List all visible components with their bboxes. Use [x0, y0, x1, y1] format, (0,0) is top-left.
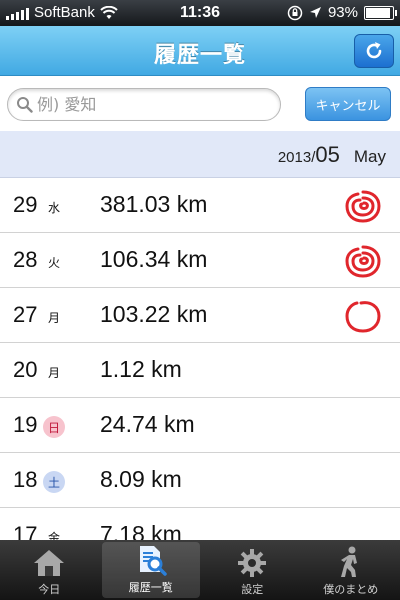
tab-label: 今日: [38, 583, 61, 596]
row-distance: 1.12 km: [100, 356, 182, 382]
row-weekday: 水: [47, 200, 60, 215]
row-distance: 8.09 km: [100, 466, 182, 492]
battery-percent: 93%: [327, 4, 358, 21]
search-field[interactable]: [7, 88, 281, 121]
tab-label: 履歴一覧: [128, 581, 173, 594]
row-weekday: 火: [47, 255, 60, 270]
triple-circle-mark-icon: [345, 190, 381, 223]
list-item[interactable]: 27 月 103.22 km: [0, 288, 400, 343]
location-arrow-icon: [309, 7, 321, 18]
tab-settings[interactable]: 設定: [203, 540, 302, 600]
row-weekday: 金: [47, 530, 60, 541]
section-date: 2013/ 05 May: [278, 142, 386, 168]
tab-summary[interactable]: 僕のまとめ: [302, 540, 400, 600]
tab-history[interactable]: 履歴一覧: [101, 542, 200, 598]
single-circle-mark-icon: [345, 301, 381, 333]
battery-icon: [364, 5, 397, 20]
row-day: 27: [13, 302, 38, 327]
list-item[interactable]: 29 水 381.03 km: [0, 178, 400, 233]
list-item[interactable]: 18 土 8.09 km: [0, 453, 400, 508]
home-icon: [34, 550, 65, 576]
cancel-button[interactable]: キャンセル: [305, 87, 391, 121]
list-item[interactable]: 17 金 7.18 km: [0, 508, 400, 540]
list-item[interactable]: 19 日 24.74 km: [0, 398, 400, 453]
list-item[interactable]: 28 火 106.34 km: [0, 233, 400, 288]
walker-icon: [340, 546, 357, 577]
history-search-icon: [139, 546, 167, 576]
list-item[interactable]: 20 月 1.12 km: [0, 343, 400, 398]
row-day: 20: [13, 357, 38, 382]
navigation-bar: 履歴一覧: [0, 26, 400, 76]
search-icon: [17, 97, 33, 113]
page-title: 履歴一覧: [153, 43, 246, 68]
row-distance: 7.18 km: [100, 521, 182, 540]
triple-circle-mark-icon: [345, 245, 381, 278]
row-weekday-sunday: 日: [43, 416, 65, 438]
section-year: 2013/: [277, 149, 316, 166]
row-day: 17: [13, 522, 38, 540]
row-weekday: 月: [47, 365, 60, 380]
row-distance: 24.74 km: [100, 411, 195, 437]
section-month: 05: [315, 142, 340, 167]
gear-icon: [238, 549, 267, 577]
status-right: 93%: [287, 4, 397, 21]
row-weekday: 月: [47, 310, 60, 325]
tab-today[interactable]: 今日: [0, 540, 99, 600]
row-day: 19: [13, 412, 38, 437]
status-bar: SoftBank 11:36 93%: [0, 0, 400, 26]
row-day: 18: [13, 467, 38, 492]
search-bar: キャンセル: [0, 77, 400, 131]
section-month-name: May: [353, 147, 386, 166]
refresh-icon: [366, 42, 382, 59]
tab-label: 設定: [241, 583, 264, 596]
tab-label: 僕のまとめ: [323, 583, 379, 596]
row-distance: 103.22 km: [100, 301, 208, 327]
search-input[interactable]: [37, 95, 257, 114]
history-list: 29 水 381.03 km 28 火 106.34 km 27 月 103.2…: [0, 178, 400, 540]
refresh-button[interactable]: [354, 34, 394, 68]
row-distance: 381.03 km: [100, 191, 208, 217]
tab-bar: 今日 履歴一覧 設定 僕のまとめ: [0, 540, 400, 600]
rotation-lock-icon: [287, 5, 303, 20]
row-day: 29: [13, 192, 38, 217]
row-weekday-saturday: 土: [43, 471, 65, 493]
row-day: 28: [13, 247, 38, 272]
month-section-header: 2013/ 05 May: [0, 131, 400, 178]
row-distance: 106.34 km: [100, 246, 208, 272]
